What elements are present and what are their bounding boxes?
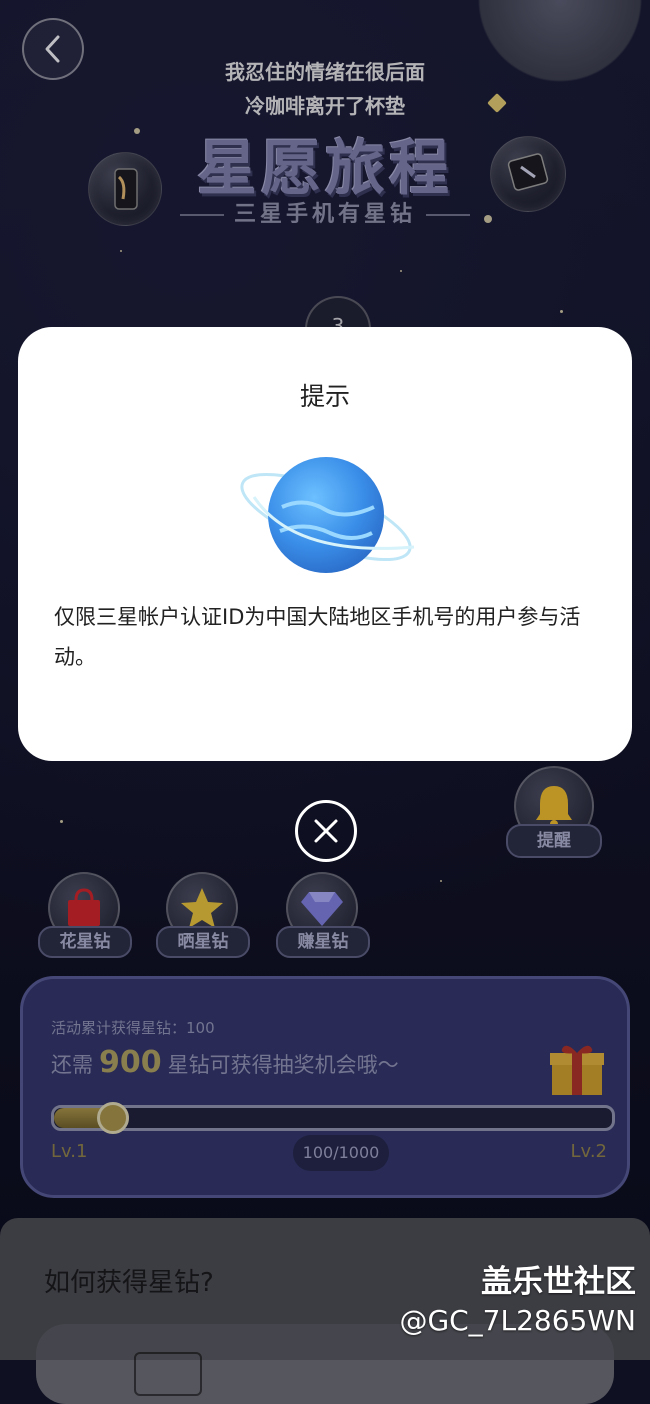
star-decoration [400, 270, 402, 272]
diamond-icon [301, 892, 343, 926]
level-end-label: Lv.2 [570, 1141, 607, 1162]
action-share-diamonds[interactable]: 晒星钻 [156, 872, 250, 976]
divider [426, 214, 470, 216]
progress-bar [51, 1102, 615, 1134]
shopping-bag-icon [68, 888, 100, 926]
notice-dialog: 提示 仅限三星帐户认证ID为中国大陆地区手机号的用户参与活动。 [18, 327, 632, 761]
bell-icon [536, 786, 572, 828]
star-decoration [120, 250, 122, 252]
needed-diamonds-text: 还需 900 星钻可获得抽奖机会哦～ [51, 1045, 399, 1080]
dialog-title: 提示 [299, 382, 350, 411]
action-spend-diamonds[interactable]: 花星钻 [38, 872, 132, 976]
star-decoration [440, 880, 442, 882]
campaign-logo-subtitle: 三星手机有星钻 [0, 196, 650, 228]
star-icon [181, 888, 223, 928]
action-label: 晒星钻 [156, 926, 250, 958]
remind-button[interactable]: 提醒 [506, 766, 602, 880]
planet-icon [234, 437, 424, 591]
need-number: 900 [99, 1045, 162, 1080]
star-decoration [60, 820, 63, 823]
watermark-brand: 盖乐世社区 [481, 1264, 636, 1300]
progress-count-badge: 100/1000 [293, 1135, 389, 1171]
header-lyric-line-1: 我忍住的情绪在很后面 [225, 60, 425, 84]
divider [179, 214, 224, 216]
remind-label: 提醒 [506, 824, 602, 858]
gift-icon [548, 1041, 606, 1103]
star-decoration [560, 310, 563, 313]
how-to-earn-title: 如何获得星钻? [44, 1268, 214, 1298]
level-start-label: Lv.1 [51, 1141, 88, 1162]
need-prefix: 还需 [51, 1053, 93, 1077]
close-icon [314, 819, 338, 843]
progress-knob [96, 1102, 129, 1134]
action-earn-diamonds[interactable]: 赚星钻 [276, 872, 370, 976]
action-label: 赚星钻 [276, 926, 370, 958]
dialog-message: 仅限三星帐户认证ID为中国大陆地区手机号的用户参与活动。 [54, 605, 581, 669]
campaign-logo-title: 星愿旅程 [197, 134, 453, 204]
action-label: 花星钻 [38, 926, 132, 958]
accumulated-diamonds-label: 活动累计获得星钻：100 [51, 1019, 215, 1037]
watermark-user: @GC_7L2865WN [399, 1304, 636, 1337]
need-suffix: 星钻可获得抽奖机会哦～ [167, 1053, 399, 1077]
close-dialog-button[interactable] [295, 800, 357, 862]
task-card-icon [134, 1352, 202, 1396]
header-lyric-line-2: 冷咖啡离开了杯垫 [245, 94, 405, 118]
subtitle-text: 三星手机有星钻 [233, 202, 416, 227]
progress-card: 活动累计获得星钻：100 还需 900 星钻可获得抽奖机会哦～ Lv.1 Lv.2 … [20, 976, 630, 1198]
